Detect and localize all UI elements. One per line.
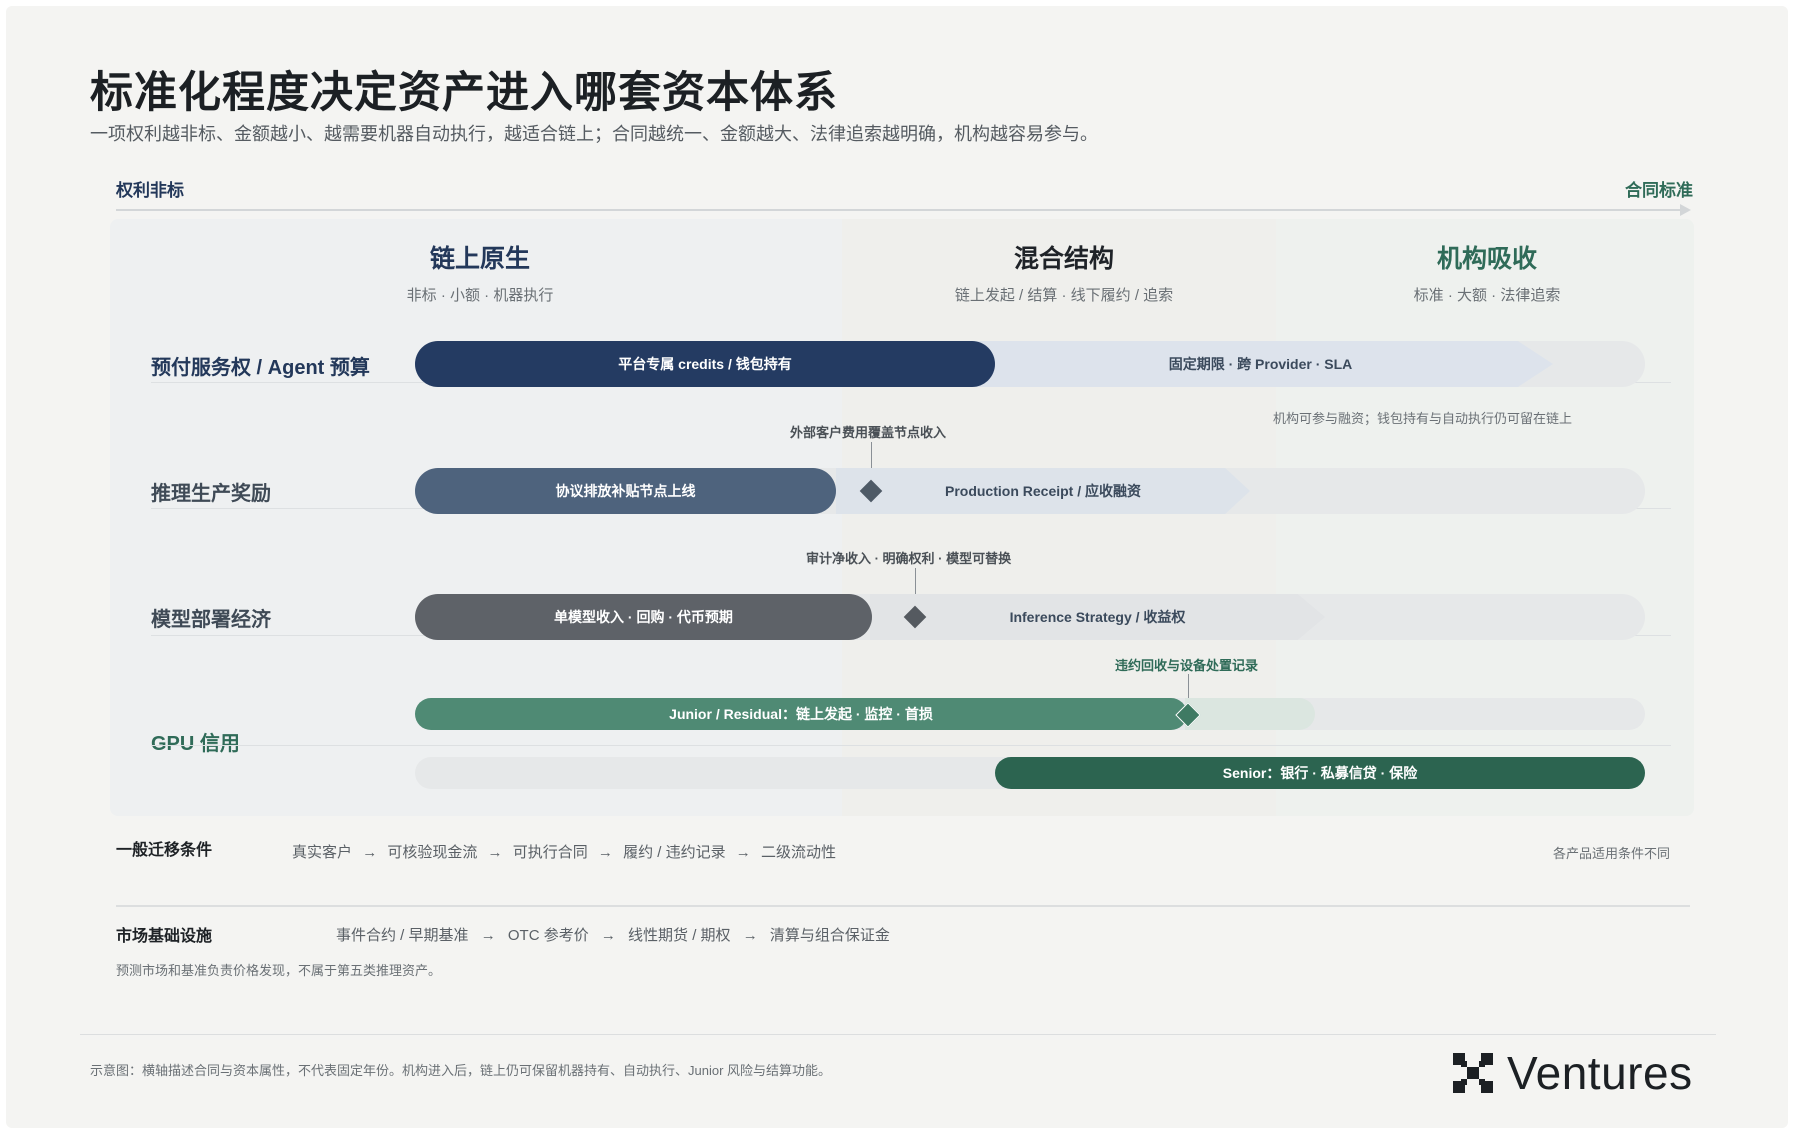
model-callout: 审计净收入 · 明确权利 · 模型可替换	[806, 551, 1012, 566]
footer-note: 示意图：横轴描述合同与资本属性，不代表固定年份。机构进入后，链上仍可保留机器持有…	[90, 1063, 832, 1078]
page-subtitle: 一项权利越非标、金额越小、越需要机器自动执行，越适合链上；合同越统一、金额越大、…	[90, 124, 1098, 144]
inference-bar: 协议排放补贴节点上线	[415, 468, 836, 514]
zone-title-institutional: 机构吸收	[1436, 245, 1537, 273]
section-divider	[116, 905, 1690, 907]
gpu-callout-line	[1188, 674, 1189, 698]
gpu-senior-bar: Senior：银行 · 私募信贷 · 保险	[995, 757, 1645, 789]
row-rule	[151, 745, 1671, 746]
gpu-junior-label: Junior / Residual：链上发起 · 监控 · 首损	[669, 706, 933, 722]
arrow-right-icon: →	[742, 927, 758, 944]
axis-right-label: 合同标准	[1625, 181, 1693, 200]
axis-line	[116, 209, 1682, 211]
axis-arrow-icon	[1680, 204, 1691, 216]
prepaid-bar-label: 平台专属 credits / 钱包持有	[618, 356, 792, 372]
condition-step: 二级流动性	[760, 844, 836, 861]
prepaid-arrow-label: 固定期限 · 跨 Provider · SLA	[1168, 356, 1353, 372]
inference-callout: 外部客户费用覆盖节点收入	[790, 425, 947, 440]
market-steps: 事件合约 / 早期基准 → OTC 参考价 → 线性期货 / 期权 → 清算与组…	[336, 924, 890, 945]
prepaid-bar: 平台专属 credits / 钱包持有	[415, 341, 995, 387]
conditions-note: 各产品适用条件不同	[1552, 846, 1670, 861]
inference-bar-label: 协议排放补贴节点上线	[555, 483, 696, 499]
row-label-prepaid: 预付服务权 / Agent 预算	[151, 357, 370, 379]
market-note: 预测市场和基准负责价格发现，不属于第五类推理资产。	[116, 963, 442, 978]
checker-logo-icon	[1453, 1053, 1493, 1093]
market-step: 事件合约 / 早期基准	[336, 927, 469, 944]
row-label-model: 模型部署经济	[151, 609, 271, 631]
condition-step: 可核验现金流	[387, 844, 478, 861]
zone-sub-onchain: 非标 · 小额 · 机器执行	[406, 287, 554, 304]
inference-arrow-label: Production Receipt / 应收融资	[944, 483, 1141, 499]
model-bar-label: 单模型收入 · 回购 · 代币预期	[554, 609, 733, 625]
row-label-gpu: GPU 信用	[151, 733, 240, 755]
conditions-label: 一般迁移条件	[116, 842, 213, 859]
axis-left-label: 权利非标	[116, 181, 184, 200]
conditions-steps: 真实客户 → 可核验现金流 → 可执行合同 → 履约 / 违约记录 → 二级流动…	[292, 841, 836, 862]
zone-sub-institutional: 标准 · 大额 · 法律追索	[1413, 287, 1561, 304]
model-arrow-label: Inference Strategy / 收益权	[1009, 609, 1186, 625]
arrow-right-icon: →	[735, 844, 751, 861]
gpu-senior-label: Senior：银行 · 私募信贷 · 保险	[1222, 765, 1418, 781]
arrow-right-icon: →	[487, 844, 503, 861]
market-step: OTC 参考价	[507, 927, 589, 944]
row-label-inference: 推理生产奖励	[151, 483, 271, 505]
condition-step: 履约 / 违约记录	[623, 844, 726, 861]
prepaid-arrow-bar: 固定期限 · 跨 Provider · SLA	[968, 341, 1553, 387]
condition-step: 可执行合同	[512, 844, 588, 861]
zone-title-onchain: 链上原生	[429, 245, 530, 273]
prepaid-note: 机构可参与融资；钱包持有与自动执行仍可留在链上	[1273, 411, 1573, 426]
brand-logo-text: Ventures	[1507, 1047, 1693, 1099]
gpu-junior-extension	[1185, 698, 1315, 730]
page-title: 标准化程度决定资产进入哪套资本体系	[90, 69, 838, 117]
brand-logo: Ventures	[1453, 1046, 1693, 1100]
gpu-junior-bar: Junior / Residual：链上发起 · 监控 · 首损	[415, 698, 1187, 730]
zone-title-hybrid: 混合结构	[1013, 245, 1114, 273]
market-step: 清算与组合保证金	[769, 927, 890, 944]
model-arrow-bar: Inference Strategy / 收益权	[870, 594, 1325, 640]
arrow-right-icon: →	[362, 844, 378, 861]
arrow-right-icon: →	[600, 927, 616, 944]
zone-sub-hybrid: 链上发起 / 结算 · 线下履约 / 追索	[954, 287, 1174, 304]
market-label: 市场基础设施	[116, 928, 213, 945]
arrow-right-icon: →	[597, 844, 613, 861]
model-bar: 单模型收入 · 回购 · 代币预期	[415, 594, 872, 640]
arrow-right-icon: →	[480, 927, 496, 944]
inference-arrow-bar: Production Receipt / 应收融资	[836, 468, 1250, 514]
market-step: 线性期货 / 期权	[628, 927, 731, 944]
condition-step: 真实客户	[292, 844, 353, 861]
footer-divider	[80, 1034, 1716, 1035]
gpu-callout: 违约回收与设备处置记录	[1115, 658, 1259, 673]
